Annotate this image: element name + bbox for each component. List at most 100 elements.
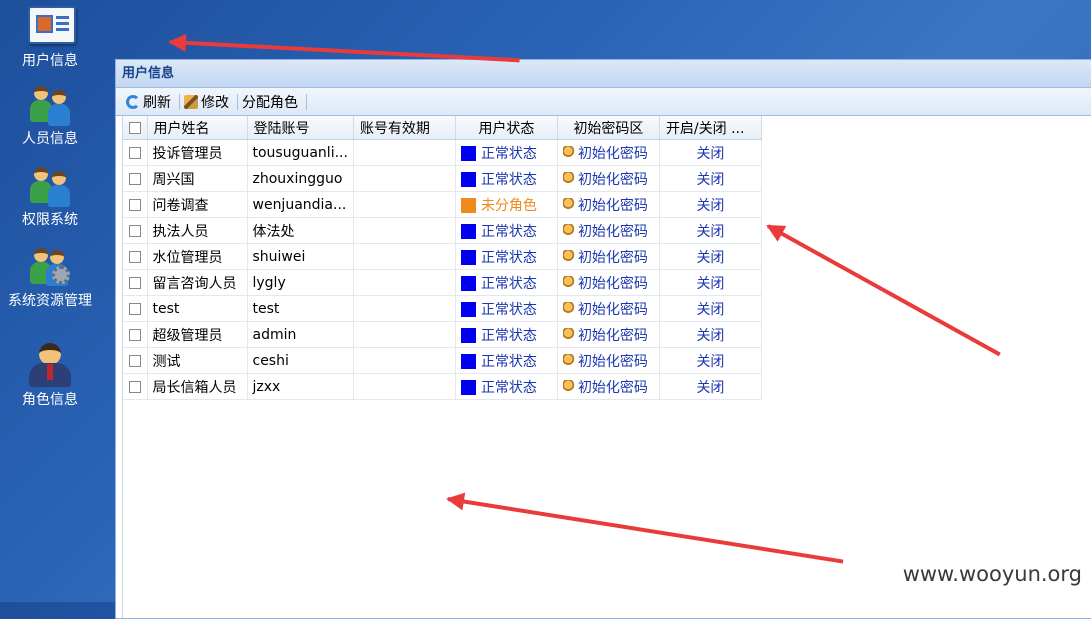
row-checkbox[interactable] xyxy=(128,354,141,367)
table-row[interactable]: 测试 ceshi 正常状态 初始化密码 关闭 xyxy=(123,347,762,374)
init-password-link[interactable]: 初始化密码 xyxy=(578,250,648,266)
table-row[interactable]: 问卷调查 wenjuandia... 未分角色 初始化密码 关闭 xyxy=(123,191,762,218)
status-text: 正常状态 xyxy=(480,353,537,370)
desktop-icon-label: 角色信息 xyxy=(22,392,78,408)
status-color-square xyxy=(460,275,476,291)
desktop-icon-role-info[interactable]: 角色信息 xyxy=(6,343,94,410)
refresh-button[interactable]: 刷新 xyxy=(124,91,177,113)
status-text: 正常状态 xyxy=(480,145,537,162)
init-password-link[interactable]: 初始化密码 xyxy=(578,276,648,292)
refresh-label: 刷新 xyxy=(143,94,171,111)
col-header-name[interactable]: 用户姓名 xyxy=(147,116,248,140)
cell-expiry xyxy=(353,269,456,296)
cell-account: test xyxy=(247,295,354,322)
init-password-link[interactable]: 初始化密码 xyxy=(578,146,648,162)
desktop-icon-label: 权限系统 xyxy=(22,212,78,228)
desktop-icon-system-resources[interactable]: 系统资源管理 xyxy=(6,244,94,311)
col-header-expiry[interactable]: 账号有效期 xyxy=(353,116,456,140)
select-all-cell xyxy=(123,116,148,140)
desktop-icon-user-info[interactable]: 用户信息 xyxy=(6,4,94,71)
status-text: 正常状态 xyxy=(480,171,537,188)
toggle-close-link[interactable]: 关闭 xyxy=(659,165,762,192)
cell-status: 正常状态 xyxy=(455,347,558,374)
toggle-close-link[interactable]: 关闭 xyxy=(659,191,762,218)
row-checkbox-cell xyxy=(123,321,148,348)
init-password-link[interactable]: 初始化密码 xyxy=(578,302,648,318)
toggle-close-link[interactable]: 关闭 xyxy=(659,217,762,244)
row-checkbox[interactable] xyxy=(128,172,141,185)
row-checkbox[interactable] xyxy=(128,146,141,159)
desktop-icon-staff-info[interactable]: 人员信息 xyxy=(6,82,94,149)
status-text: 正常状态 xyxy=(480,249,537,266)
cell-name: 问卷调查 xyxy=(147,191,248,218)
select-all-checkbox[interactable] xyxy=(128,121,141,134)
table-row[interactable]: 投诉管理员 tousuguanli... 正常状态 初始化密码 关闭 xyxy=(123,139,762,166)
window-title[interactable]: 用户信息 xyxy=(116,60,1091,88)
cell-init-password: 初始化密码 xyxy=(557,217,660,244)
col-header-status[interactable]: 用户状态 xyxy=(455,116,558,140)
cell-status: 正常状态 xyxy=(455,217,558,244)
row-checkbox-cell xyxy=(123,139,148,166)
table-row[interactable]: 留言咨询人员 lygly 正常状态 初始化密码 关闭 xyxy=(123,269,762,296)
row-checkbox[interactable] xyxy=(128,198,141,211)
cell-expiry xyxy=(353,243,456,270)
cell-status: 正常状态 xyxy=(455,139,558,166)
status-text: 正常状态 xyxy=(480,223,537,240)
cell-expiry xyxy=(353,373,456,400)
desktop-icon-permission-system[interactable]: 权限系统 xyxy=(6,163,94,230)
table-row[interactable]: 执法人员 体法处 正常状态 初始化密码 关闭 xyxy=(123,217,762,244)
edit-icon xyxy=(184,94,198,109)
cell-account: zhouxingguo xyxy=(247,165,354,192)
toggle-close-link[interactable]: 关闭 xyxy=(659,321,762,348)
row-checkbox[interactable] xyxy=(128,380,141,393)
init-password-link[interactable]: 初始化密码 xyxy=(578,172,648,188)
cell-expiry xyxy=(353,191,456,218)
table-row[interactable]: 局长信箱人员 jzxx 正常状态 初始化密码 关闭 xyxy=(123,373,762,400)
desktop-icon-label: 人员信息 xyxy=(22,131,78,147)
cell-status: 正常状态 xyxy=(455,295,558,322)
toggle-close-link[interactable]: 关闭 xyxy=(659,373,762,400)
status-color-square xyxy=(460,249,476,265)
cell-status: 正常状态 xyxy=(455,243,558,270)
people-icon xyxy=(26,163,74,209)
col-header-toggle[interactable]: 开启/关闭 ... xyxy=(659,116,762,140)
toggle-close-link[interactable]: 关闭 xyxy=(659,139,762,166)
toggle-close-link[interactable]: 关闭 xyxy=(659,295,762,322)
row-checkbox[interactable] xyxy=(128,276,141,289)
row-checkbox-cell xyxy=(123,243,148,270)
table-row[interactable]: 超级管理员 admin 正常状态 初始化密码 关闭 xyxy=(123,321,762,348)
cell-name: 留言咨询人员 xyxy=(147,269,248,296)
row-checkbox[interactable] xyxy=(128,250,141,263)
assign-role-label: 分配角色 xyxy=(242,94,298,111)
toggle-close-link[interactable]: 关闭 xyxy=(659,347,762,374)
cell-init-password: 初始化密码 xyxy=(557,139,660,166)
col-header-account[interactable]: 登陆账号 xyxy=(247,116,354,140)
table-row[interactable]: 周兴国 zhouxingguo 正常状态 初始化密码 关闭 xyxy=(123,165,762,192)
status-color-square xyxy=(460,171,476,187)
key-icon xyxy=(562,249,576,264)
init-password-link[interactable]: 初始化密码 xyxy=(578,380,648,396)
row-checkbox-cell xyxy=(123,217,148,244)
row-checkbox[interactable] xyxy=(128,224,141,237)
toggle-close-link[interactable]: 关闭 xyxy=(659,269,762,296)
assign-role-button[interactable]: 分配角色 xyxy=(240,91,304,113)
init-password-link[interactable]: 初始化密码 xyxy=(578,328,648,344)
table-row[interactable]: test test 正常状态 初始化密码 关闭 xyxy=(123,295,762,322)
table-row[interactable]: 水位管理员 shuiwei 正常状态 初始化密码 关闭 xyxy=(123,243,762,270)
cell-name: 执法人员 xyxy=(147,217,248,244)
row-checkbox[interactable] xyxy=(128,328,141,341)
init-password-link[interactable]: 初始化密码 xyxy=(578,198,648,214)
desktop-icon-label: 用户信息 xyxy=(22,53,78,69)
toggle-close-link[interactable]: 关闭 xyxy=(659,243,762,270)
init-password-link[interactable]: 初始化密码 xyxy=(578,354,648,370)
init-password-link[interactable]: 初始化密码 xyxy=(578,224,648,240)
row-checkbox[interactable] xyxy=(128,302,141,315)
cell-account: jzxx xyxy=(247,373,354,400)
status-color-square xyxy=(460,145,476,161)
watermark: www.wooyun.org xyxy=(902,562,1082,586)
cell-init-password: 初始化密码 xyxy=(557,295,660,322)
col-header-init-password[interactable]: 初始密码区 xyxy=(557,116,660,140)
edit-button[interactable]: 修改 xyxy=(182,91,235,113)
refresh-icon xyxy=(126,94,140,109)
cell-init-password: 初始化密码 xyxy=(557,321,660,348)
